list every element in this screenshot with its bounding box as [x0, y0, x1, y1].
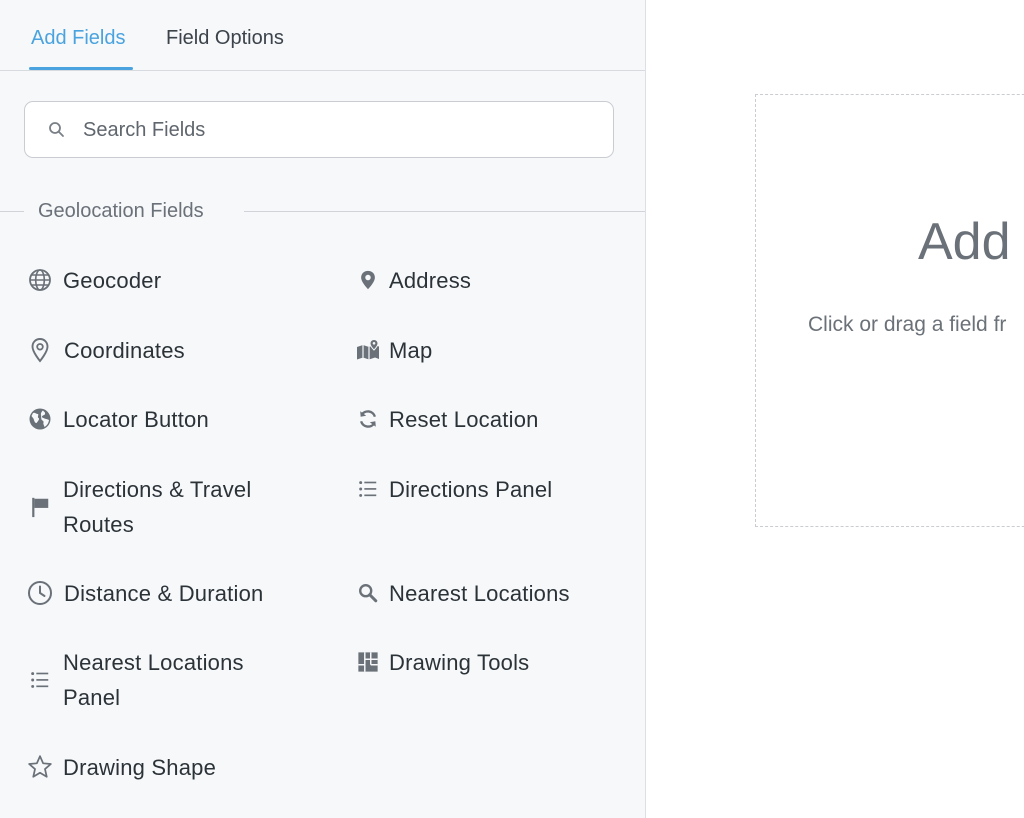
earth-icon: [27, 406, 53, 432]
section-divider: [0, 211, 24, 212]
field-label: Locator Button: [63, 407, 209, 432]
field-reset-location[interactable]: Reset Location: [355, 402, 625, 437]
globe-icon: [27, 267, 53, 293]
clock-icon: [27, 580, 53, 606]
search-icon: [49, 122, 64, 137]
list-icon: [27, 667, 53, 693]
tab-add-fields[interactable]: Add Fields: [31, 24, 126, 52]
field-label: Drawing Tools: [389, 650, 530, 675]
field-map[interactable]: Map: [355, 333, 625, 368]
field-label: Geocoder: [63, 268, 162, 293]
flag-icon: [27, 494, 53, 520]
field-geocoder[interactable]: Geocoder: [27, 263, 317, 298]
field-nearest-locations[interactable]: Nearest Locations: [355, 576, 625, 611]
section-divider: [244, 211, 645, 212]
field-label: Directions & Travel Routes: [63, 477, 252, 537]
refresh-icon: [355, 406, 381, 432]
field-label: Drawing Shape: [63, 755, 217, 780]
search-icon: [355, 580, 381, 606]
field-sidebar: Add Fields Field Options Geolocation Fie…: [0, 0, 646, 818]
drop-zone-hint: Click or drag a field fr: [808, 313, 1007, 336]
field-label: Distance & Duration: [64, 581, 264, 606]
list-icon: [355, 476, 381, 502]
star-icon: [27, 754, 53, 780]
drop-zone-title: Add: [918, 213, 1011, 271]
field-nearest-locations-panel[interactable]: Nearest Locations Panel: [27, 645, 327, 715]
field-directions-travel-routes[interactable]: Directions & Travel Routes: [27, 472, 327, 542]
tab-field-options[interactable]: Field Options: [166, 24, 284, 52]
field-label: Map: [389, 338, 433, 363]
field-locator-button[interactable]: Locator Button: [27, 402, 317, 437]
field-directions-panel[interactable]: Directions Panel: [355, 472, 625, 507]
field-label: Reset Location: [389, 407, 539, 432]
search-box: [24, 101, 614, 158]
section-title: Geolocation Fields: [38, 200, 204, 222]
field-drawing-shape[interactable]: Drawing Shape: [27, 750, 327, 785]
field-coordinates[interactable]: Coordinates: [27, 333, 317, 368]
folded-map-icon: [355, 337, 381, 363]
field-label: Coordinates: [64, 338, 185, 363]
field-label: Nearest Locations Panel: [63, 650, 244, 710]
field-label: Directions Panel: [389, 477, 553, 502]
section-header: Geolocation Fields: [0, 197, 645, 225]
active-tab-indicator: [29, 67, 133, 70]
field-label: Nearest Locations: [389, 581, 570, 606]
map-marker-icon: [355, 267, 381, 293]
location-pin-icon: [27, 337, 53, 363]
field-distance-duration[interactable]: Distance & Duration: [27, 576, 327, 611]
sidebar-tabs: Add Fields Field Options: [0, 0, 645, 71]
field-drawing-tools[interactable]: Drawing Tools: [355, 645, 625, 680]
tiles-icon: [355, 649, 381, 675]
field-address[interactable]: Address: [355, 263, 625, 298]
search-input[interactable]: [83, 114, 583, 146]
field-label: Address: [389, 268, 472, 293]
